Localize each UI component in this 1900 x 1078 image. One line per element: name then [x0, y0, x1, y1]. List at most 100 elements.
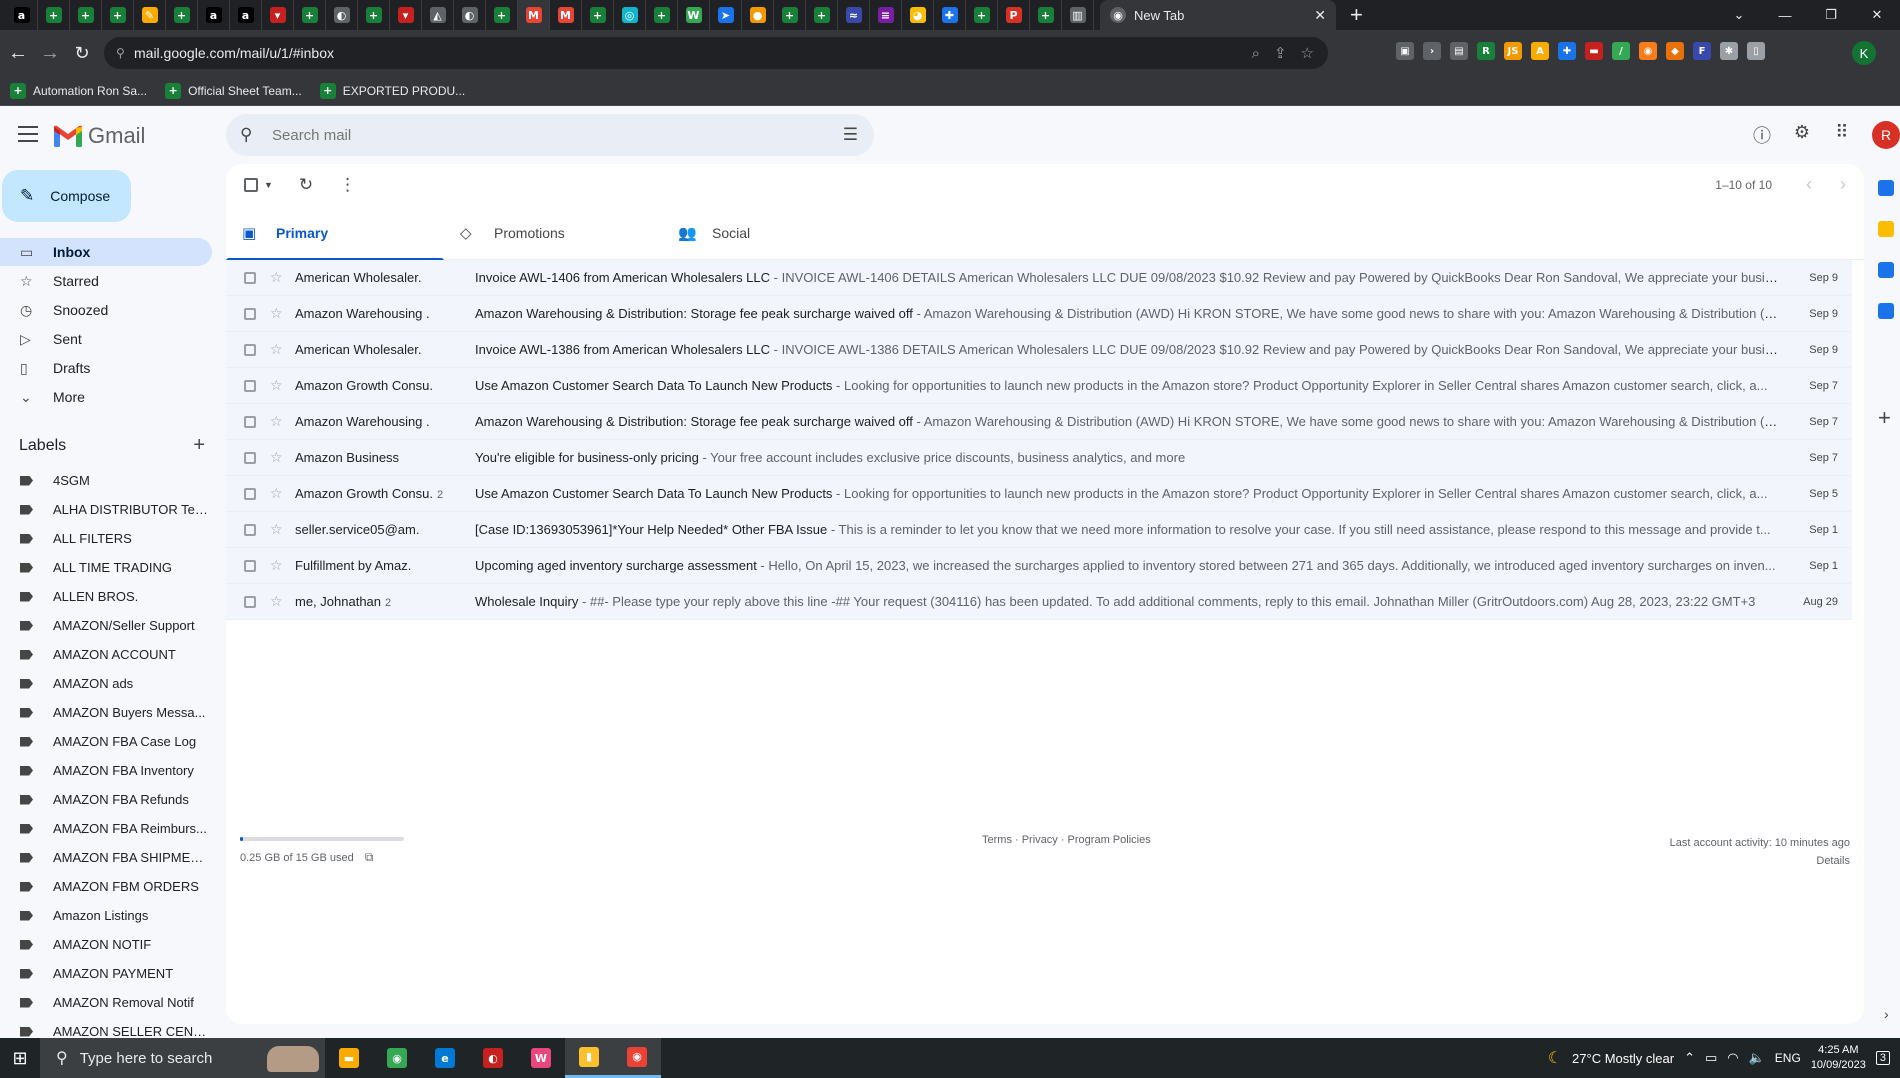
row-checkbox[interactable]: [244, 595, 256, 608]
volume-icon[interactable]: 🔈: [1749, 1050, 1765, 1066]
star-icon[interactable]: ☆: [270, 521, 286, 538]
sidebar-item-starred[interactable]: ☆ Starred: [0, 267, 212, 295]
gmail-logo[interactable]: Gmail: [54, 123, 145, 149]
pinned-tab[interactable]: +: [38, 0, 70, 30]
bookmark-item[interactable]: + EXPORTED PRODU...: [319, 82, 465, 99]
extension-icon[interactable]: /: [1612, 42, 1630, 60]
pinned-tab[interactable]: M: [518, 0, 550, 30]
label-item[interactable]: ALL FILTERS: [0, 524, 212, 553]
pinned-tab[interactable]: +: [486, 0, 518, 30]
extension-icon[interactable]: ◉: [1639, 42, 1657, 60]
star-icon[interactable]: ☆: [270, 341, 286, 358]
label-item[interactable]: AMAZON/Seller Support: [0, 611, 212, 640]
extension-icon[interactable]: ▣: [1396, 42, 1414, 60]
pinned-tab[interactable]: ◎: [614, 0, 646, 30]
bookmark-item[interactable]: + Official Sheet Team...: [165, 82, 302, 99]
create-label-icon[interactable]: +: [193, 434, 205, 457]
tab-new-tab[interactable]: ◉ New Tab ✕: [1100, 0, 1336, 30]
star-icon[interactable]: ☆: [270, 269, 286, 286]
bookmark-star-icon[interactable]: ☆: [1301, 44, 1314, 62]
new-tab-plus-icon[interactable]: +: [1350, 2, 1363, 28]
row-checkbox[interactable]: [244, 487, 256, 500]
more-options-icon[interactable]: ⋮: [339, 175, 356, 195]
main-menu-icon[interactable]: [18, 126, 38, 142]
label-item[interactable]: AMAZON Buyers Messa...: [0, 698, 212, 727]
label-item[interactable]: 4SGM: [0, 466, 212, 495]
pinned-tab[interactable]: ▾: [262, 0, 294, 30]
contacts-icon[interactable]: [1878, 303, 1894, 319]
weather-text[interactable]: 27°C Mostly clear: [1572, 1051, 1674, 1066]
taskbar-app[interactable]: ◐: [469, 1038, 517, 1078]
open-storage-icon[interactable]: ⧉: [365, 850, 374, 864]
pinned-tab[interactable]: ◕: [902, 0, 934, 30]
pinned-tab[interactable]: +: [774, 0, 806, 30]
pinned-tab[interactable]: +: [70, 0, 102, 30]
windows-start-icon[interactable]: ⊞: [0, 1048, 40, 1069]
taskbar-app[interactable]: ◉: [373, 1038, 421, 1078]
taskbar-app[interactable]: W: [517, 1038, 565, 1078]
sidebar-item-more[interactable]: ⌄ More: [0, 383, 212, 411]
star-icon[interactable]: ☆: [270, 557, 286, 574]
pinned-tab[interactable]: P: [998, 0, 1030, 30]
star-icon[interactable]: ☆: [270, 485, 286, 502]
search-icon[interactable]: ⚲: [240, 125, 272, 145]
get-addons-plus-icon[interactable]: +: [1878, 405, 1891, 431]
site-info-icon[interactable]: ⚲: [116, 46, 134, 60]
extension-icon[interactable]: ▤: [1450, 42, 1468, 60]
email-row[interactable]: ☆ Fulfillment by Amaz. Upcoming aged inven…: [226, 548, 1852, 584]
tab-search-chevron-icon[interactable]: ⌄: [1716, 7, 1762, 23]
keep-icon[interactable]: [1878, 221, 1894, 237]
taskbar-app[interactable]: ▮: [565, 1038, 613, 1078]
extension-icon[interactable]: ◆: [1666, 42, 1684, 60]
pinned-tab[interactable]: ✎: [134, 0, 166, 30]
tray-overflow-icon[interactable]: ⌃: [1684, 1050, 1695, 1066]
pinned-tab[interactable]: +: [806, 0, 838, 30]
pinned-tab[interactable]: ◭: [422, 0, 454, 30]
forward-icon[interactable]: →: [34, 42, 66, 65]
label-item[interactable]: AMAZON FBA Case Log: [0, 727, 212, 756]
bookmark-item[interactable]: + Automation Ron Sa...: [10, 82, 147, 99]
pinned-tab[interactable]: +: [166, 0, 198, 30]
sidebar-item-snoozed[interactable]: ◷ Snoozed: [0, 296, 212, 324]
row-checkbox[interactable]: [244, 559, 256, 572]
row-checkbox[interactable]: [244, 271, 256, 284]
email-row[interactable]: ☆ Amazon Growth Consu. Use Amazon Customer…: [226, 368, 1852, 404]
notifications-badge[interactable]: 3: [1875, 1051, 1890, 1065]
extension-icon[interactable]: ✚: [1558, 42, 1576, 60]
extension-icon[interactable]: R: [1477, 42, 1495, 60]
minimize-icon[interactable]: —: [1762, 8, 1808, 23]
activity-details-link[interactable]: Details: [1670, 852, 1850, 870]
label-item[interactable]: AMAZON FBA Inventory: [0, 756, 212, 785]
extension-icon[interactable]: ▬: [1585, 42, 1603, 60]
sidebar-item-drafts[interactable]: ▯ Drafts: [0, 354, 212, 382]
back-icon[interactable]: ←: [2, 42, 34, 65]
extension-icon[interactable]: JS: [1504, 42, 1522, 60]
label-item[interactable]: AMAZON PAYMENT: [0, 959, 212, 988]
tab-social[interactable]: 👥 Social: [662, 206, 880, 260]
settings-gear-icon[interactable]: ⚙: [1790, 122, 1814, 146]
tab-promotions[interactable]: ◇ Promotions: [444, 206, 662, 260]
label-item[interactable]: AMAZON NOTIF: [0, 930, 212, 959]
email-row[interactable]: ☆ Amazon Growth Consu. 2 Use Amazon Custome…: [226, 476, 1852, 512]
account-avatar[interactable]: R: [1872, 121, 1900, 149]
row-checkbox[interactable]: [244, 343, 256, 356]
refresh-icon[interactable]: ↻: [299, 175, 313, 195]
close-window-icon[interactable]: ✕: [1854, 7, 1900, 23]
close-tab-icon[interactable]: ✕: [1314, 7, 1326, 24]
extension-icon[interactable]: A: [1531, 42, 1549, 60]
pinned-tab[interactable]: ◐: [326, 0, 358, 30]
star-icon[interactable]: ☆: [270, 593, 286, 610]
label-item[interactable]: AMAZON FBM ORDERS: [0, 872, 212, 901]
share-icon[interactable]: ⇪: [1274, 44, 1287, 62]
label-item[interactable]: AMAZON FBA SHIPMEN...: [0, 843, 212, 872]
extension-icon[interactable]: ▯: [1747, 42, 1765, 60]
compose-button[interactable]: ✎ Compose: [2, 170, 131, 222]
older-page-icon[interactable]: ›: [1840, 174, 1846, 195]
pinned-tab[interactable]: a: [198, 0, 230, 30]
search-bar[interactable]: ⚲ ☰: [226, 114, 874, 156]
pinned-tab[interactable]: M: [550, 0, 582, 30]
label-item[interactable]: ALHA DISTRIBUTOR Tea...: [0, 495, 212, 524]
tasks-icon[interactable]: [1878, 262, 1894, 278]
label-item[interactable]: AMAZON ACCOUNT: [0, 640, 212, 669]
pinned-tab[interactable]: ✚: [934, 0, 966, 30]
